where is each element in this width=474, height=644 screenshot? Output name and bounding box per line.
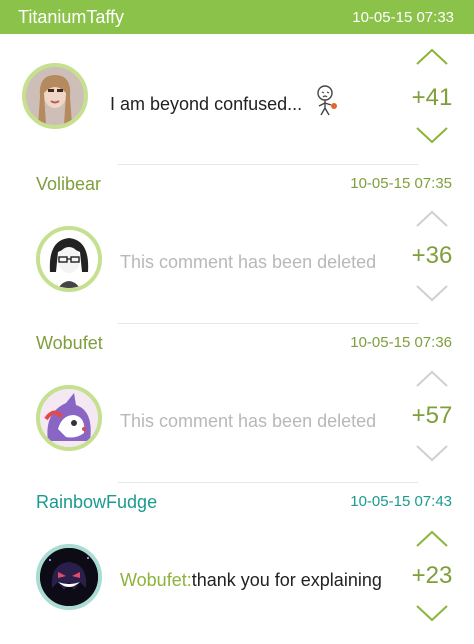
comment-text: Wobufet:thank you for explaining (120, 570, 382, 591)
thread-timestamp: 10-05-15 07:33 (352, 8, 454, 26)
downvote-icon[interactable] (415, 126, 449, 144)
downvote-icon[interactable] (415, 444, 449, 462)
thread-header: TitaniumTaffy 10-05-15 07:33 (0, 0, 474, 34)
downvote-icon[interactable] (415, 604, 449, 622)
confused-meme-icon (314, 84, 340, 121)
score: +41 (411, 84, 453, 111)
comment-timestamp: 10-05-15 07:43 (350, 493, 452, 510)
comment-timestamp: 10-05-15 07:35 (350, 175, 452, 192)
comment-username[interactable]: Volibear (36, 174, 101, 195)
reply-mention[interactable]: Wobufet: (120, 570, 192, 590)
comment-text: I am beyond confused... (110, 94, 303, 114)
avatar[interactable] (36, 226, 102, 292)
thread-author[interactable]: TitaniumTaffy (18, 7, 124, 28)
comment-username[interactable]: RainbowFudge (36, 492, 157, 513)
avatar-photo-icon (26, 67, 84, 125)
upvote-icon[interactable] (415, 370, 449, 388)
avatar-ghost-icon (40, 548, 98, 606)
avatar[interactable] (36, 544, 102, 610)
downvote-icon[interactable] (415, 284, 449, 302)
vote-control: +57 (402, 370, 462, 462)
avatar[interactable] (22, 63, 88, 129)
divider (118, 323, 418, 324)
upvote-icon[interactable] (415, 530, 449, 548)
upvote-icon[interactable] (415, 48, 449, 66)
comment-text: This comment has been deleted (120, 411, 377, 431)
avatar[interactable] (36, 385, 102, 451)
avatar-pokemon-icon (40, 389, 98, 447)
comment-timestamp: 10-05-15 07:36 (350, 334, 452, 351)
comment-username[interactable]: Wobufet (36, 333, 103, 354)
vote-control: +41 (402, 48, 462, 144)
score: +23 (411, 562, 453, 589)
score: +57 (411, 402, 453, 429)
upvote-icon[interactable] (415, 210, 449, 228)
divider (118, 164, 418, 165)
vote-control: +36 (402, 210, 462, 302)
comment-text: This comment has been deleted (120, 252, 377, 272)
avatar-anime-icon (40, 230, 98, 288)
score: +36 (411, 242, 453, 269)
reply-body: thank you for explaining (191, 570, 382, 590)
vote-control: +23 (402, 530, 462, 622)
divider (118, 482, 418, 483)
